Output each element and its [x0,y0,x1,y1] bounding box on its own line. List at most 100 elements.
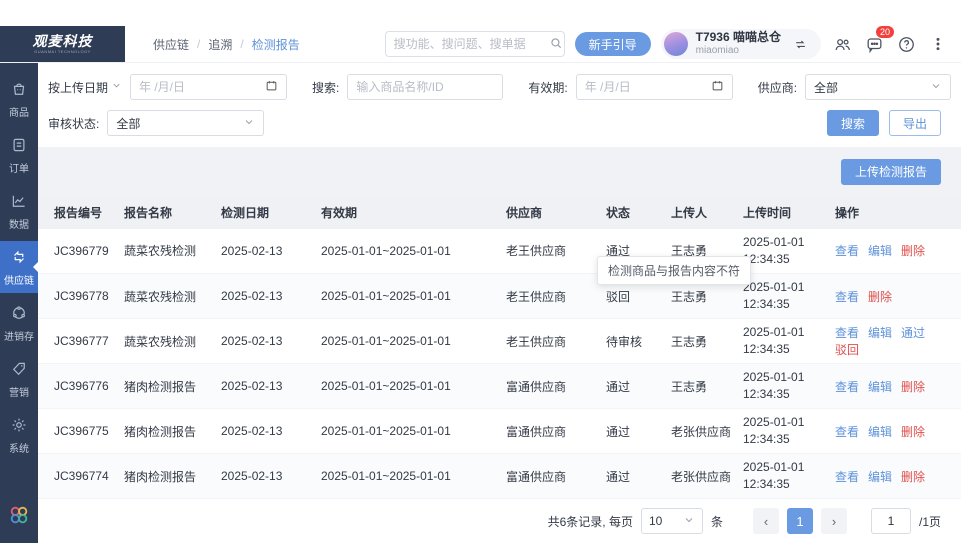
test-date-cell: 2025-02-13 [215,228,315,275]
report-name-cell: 蔬菜农残检测 [118,273,215,320]
action-link-编辑[interactable]: 编辑 [868,470,892,484]
action-link-查看[interactable]: 查看 [835,244,859,258]
action-link-编辑[interactable]: 编辑 [868,425,892,439]
search-icon[interactable] [549,36,563,53]
sidebar-nav: 商品 订单 数据 供应链 进销存 营销 系统 [0,63,38,543]
sidebar-item-data[interactable]: 数据 [0,185,38,237]
sidebar-item-supply-chain[interactable]: 供应链 [0,241,38,293]
brand-logo-subtext: GUANMAI TECHNOLOGY [34,48,91,54]
actions-cell: 查看 编辑 删除 [829,363,961,410]
product-search-input[interactable] [356,80,495,94]
top-header: 观麦科技 GUANMAI TECHNOLOGY 供应链 / 追溯 / 检测报告 … [0,26,961,63]
newbie-guide-button[interactable]: 新手引导 [574,32,651,56]
action-link-删除[interactable]: 删除 [901,470,925,484]
table-row: JC396778 蔬菜农残检测 2025-02-13 2025-01-01~2025-… [38,273,961,320]
upload-date-picker[interactable] [130,74,288,100]
messages-icon[interactable]: 20 [863,26,894,55]
action-link-删除[interactable]: 删除 [901,425,925,439]
action-link-编辑[interactable]: 编辑 [868,380,892,394]
date-type-dropdown[interactable]: 按上传日期 [48,79,122,96]
global-search-input[interactable] [393,37,549,51]
action-link-编辑[interactable]: 编辑 [868,244,892,258]
report-name-cell: 蔬菜农残检测 [118,228,215,275]
status-cell: 待审核 [600,318,665,365]
user-name-block: T7936 喵喵总仓 miaomiao [696,31,781,57]
sidebar-item-label: 商品 [9,108,29,119]
action-link-查看[interactable]: 查看 [835,326,859,340]
report-name-cell: 猪肉检测报告 [118,363,215,410]
table-row: JC396775 猪肉检测报告 2025-02-13 2025-01-01~2025-… [38,408,961,455]
page-jump-input[interactable] [870,508,911,535]
more-menu-icon[interactable] [927,33,949,55]
calendar-icon[interactable] [265,79,278,95]
uploader-cell: 王志勇 [665,318,737,365]
sidebar-item-system[interactable]: 系统 [0,409,38,461]
action-link-删除[interactable]: 删除 [901,380,925,394]
test-date-cell: 2025-02-13 [215,453,315,500]
test-date-cell: 2025-02-13 [215,273,315,320]
report-id-cell: JC396776 [38,363,118,410]
validity-cell: 2025-01-01~2025-01-01 [315,363,500,410]
supplier-cell: 老王供应商 [500,273,600,320]
contacts-icon[interactable] [831,33,853,55]
switch-account-icon[interactable] [789,33,811,55]
prev-page-button[interactable]: ‹ [752,508,779,535]
column-header: 报告名称 [118,196,215,229]
action-link-通过[interactable]: 通过 [901,326,925,340]
app-clover-logo[interactable] [8,504,30,529]
breadcrumb-supply-chain[interactable]: 供应链 [153,36,189,53]
audit-status-label: 审核状态: [48,116,100,131]
breadcrumb-trace[interactable]: 追溯 [208,36,232,53]
column-header: 上传时间 [737,196,829,229]
sidebar-item-marketing[interactable]: 营销 [0,353,38,405]
avatar[interactable] [663,32,688,56]
action-link-查看[interactable]: 查看 [835,290,859,304]
search-button[interactable]: 搜索 [826,110,879,136]
table-row: JC396776 猪肉检测报告 2025-02-13 2025-01-01~2025-… [38,363,961,410]
validity-cell: 2025-01-01~2025-01-01 [315,408,500,455]
search-field-label: 搜索: [312,80,340,95]
action-link-查看[interactable]: 查看 [835,425,859,439]
action-link-删除[interactable]: 删除 [868,290,892,304]
chevron-down-icon [243,116,255,131]
product-search-box[interactable] [347,74,504,100]
validity-cell: 2025-01-01~2025-01-01 [315,318,500,365]
sidebar-item-goods[interactable]: 商品 [0,73,38,125]
pagination-bar: 共6条记录, 每页 10 条 ‹ 1 › /1页 [38,499,961,543]
sidebar-item-inventory[interactable]: 进销存 [0,297,38,349]
order-doc-icon [10,136,28,157]
supplier-cell: 老王供应商 [500,228,600,275]
action-link-删除[interactable]: 删除 [901,244,925,258]
action-link-查看[interactable]: 查看 [835,380,859,394]
supplier-select[interactable]: 全部 [805,74,951,100]
action-link-查看[interactable]: 查看 [835,470,859,484]
global-search-box[interactable] [384,31,565,57]
upload-date-input[interactable] [139,80,266,94]
breadcrumb-separator: / [240,37,244,51]
action-link-驳回[interactable]: 驳回 [835,343,859,357]
gear-icon [10,416,28,437]
export-button[interactable]: 导出 [888,110,941,136]
sidebar-item-orders[interactable]: 订单 [0,129,38,181]
calendar-icon[interactable] [711,79,724,95]
actions-cell: 查看 编辑 删除 [829,453,961,500]
column-header: 上传人 [665,196,737,229]
validity-date-picker[interactable] [575,74,733,100]
header-right: 新手引导 T7936 喵喵总仓 miaomiao 20 [384,26,961,62]
breadcrumb-separator: / [197,37,201,51]
uploader-cell: 老张供应商 [665,453,737,500]
current-page-button[interactable]: 1 [786,508,813,535]
status-tooltip: 检测商品与报告内容不符 [597,256,752,285]
app-window: 观麦科技 GUANMAI TECHNOLOGY 供应链 / 追溯 / 检测报告 … [0,26,961,543]
user-account-pill[interactable]: T7936 喵喵总仓 miaomiao [660,29,821,59]
upload-report-button[interactable]: 上传检测报告 [840,158,941,185]
inventory-network-icon [10,304,28,325]
page-size-select[interactable]: 10 [640,508,703,535]
help-icon[interactable] [895,33,917,55]
sidebar-item-label: 系统 [9,444,29,455]
table-header-row: 报告编号 报告名称 检测日期 有效期 供应商 状态 上传人 上传时间 操作 [38,196,961,229]
action-link-编辑[interactable]: 编辑 [868,326,892,340]
next-page-button[interactable]: › [820,508,847,535]
validity-date-input[interactable] [584,80,711,94]
audit-status-select[interactable]: 全部 [107,110,265,136]
